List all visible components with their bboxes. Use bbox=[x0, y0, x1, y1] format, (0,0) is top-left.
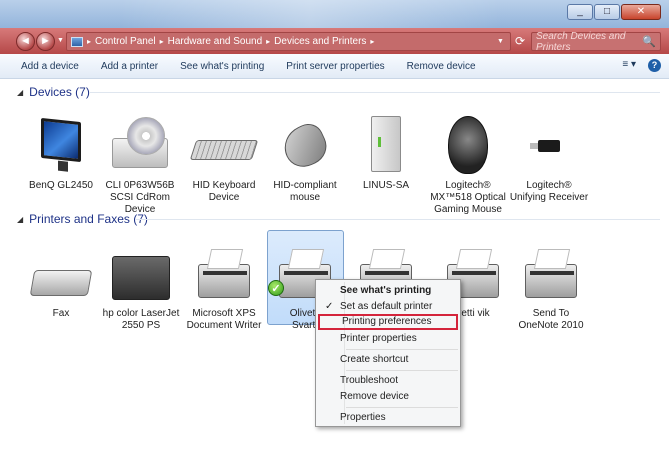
device-item[interactable]: BenQ GL2450 bbox=[20, 108, 102, 192]
device-label: BenQ GL2450 bbox=[29, 180, 93, 191]
add-printer-button[interactable]: Add a printer bbox=[101, 61, 158, 72]
menu-item-remove-device[interactable]: Remove device bbox=[318, 389, 458, 405]
print-server-properties-button[interactable]: Print server properties bbox=[286, 61, 384, 72]
monitor-icon bbox=[41, 117, 81, 163]
help-icon[interactable]: ? bbox=[648, 59, 661, 72]
device-label: CLI 0P63W56B SCSI CdRom Device bbox=[105, 180, 175, 215]
collapse-triangle-icon[interactable]: ◢ bbox=[17, 215, 23, 224]
keyboard-icon bbox=[189, 140, 259, 160]
device-item[interactable]: Logitech® Unifying Receiver bbox=[508, 108, 590, 204]
menu-item-troubleshoot[interactable]: Troubleshoot bbox=[318, 373, 458, 389]
mouse-icon bbox=[277, 118, 333, 174]
printer-icon bbox=[525, 264, 577, 298]
menu-item-printer-properties[interactable]: Printer properties bbox=[318, 331, 458, 347]
menu-item-set-default-printer[interactable]: ✓ Set as default printer bbox=[318, 299, 458, 315]
breadcrumb-devices-and-printers[interactable]: Devices and Printers bbox=[274, 36, 366, 47]
device-item[interactable]: Logitech® MX™518 Optical Gaming Mouse bbox=[427, 108, 509, 216]
menu-item-see-whats-printing[interactable]: See what's printing bbox=[318, 283, 458, 299]
device-label: LINUS-SA bbox=[362, 180, 410, 191]
group-divider bbox=[90, 92, 660, 93]
minimize-button[interactable]: _ bbox=[567, 4, 593, 20]
control-panel-icon bbox=[71, 36, 83, 47]
breadcrumb-hardware-and-sound[interactable]: Hardware and Sound bbox=[168, 36, 263, 47]
cdrom-icon bbox=[112, 117, 168, 168]
menu-separator bbox=[346, 407, 458, 408]
search-placeholder: Search Devices and Printers bbox=[536, 30, 626, 53]
usb-receiver-icon bbox=[530, 140, 560, 152]
close-button[interactable]: ✕ bbox=[621, 4, 661, 20]
gaming-mouse-icon bbox=[448, 116, 488, 174]
checkmark-icon: ✓ bbox=[325, 301, 334, 312]
nas-icon bbox=[371, 116, 401, 172]
devices-group-title: Devices (7) bbox=[29, 85, 90, 99]
search-input[interactable]: Search Devices and Printers 🔍 bbox=[531, 30, 661, 53]
printer-label: hp color LaserJet 2550 PS bbox=[102, 308, 180, 331]
printer-item[interactable]: Fax bbox=[20, 236, 102, 320]
menu-item-label: Set as default printer bbox=[340, 301, 433, 312]
chevron-right-icon[interactable]: ▸ bbox=[160, 37, 164, 46]
printer-label: Fax bbox=[52, 308, 70, 319]
device-label: HID-compliant mouse bbox=[273, 180, 337, 203]
default-printer-check-icon: ✓ bbox=[268, 280, 284, 296]
forward-button[interactable]: ► bbox=[36, 32, 55, 51]
change-view-icon[interactable]: ≡ ▾ bbox=[622, 59, 636, 72]
command-bar: Add a device Add a printer See what's pr… bbox=[0, 54, 669, 79]
chevron-right-icon[interactable]: ▸ bbox=[266, 37, 270, 46]
multifunction-printer-icon bbox=[112, 256, 170, 300]
chevron-right-icon[interactable]: ▸ bbox=[370, 37, 374, 46]
printer-item[interactable]: Microsoft XPS Document Writer bbox=[183, 236, 265, 332]
printers-group-title: Printers and Faxes (7) bbox=[29, 212, 148, 226]
device-item[interactable]: HID Keyboard Device bbox=[183, 108, 265, 204]
remove-device-button[interactable]: Remove device bbox=[407, 61, 476, 72]
add-device-button[interactable]: Add a device bbox=[21, 61, 79, 72]
printers-group-header[interactable]: ◢ Printers and Faxes (7) bbox=[17, 212, 148, 226]
search-icon[interactable]: 🔍 bbox=[642, 35, 656, 48]
refresh-icon[interactable]: ⟳ bbox=[509, 32, 531, 51]
device-label: Logitech® Unifying Receiver bbox=[509, 180, 589, 203]
printer-label: Send To OneNote 2010 bbox=[518, 308, 584, 331]
devices-group-header[interactable]: ◢ Devices (7) bbox=[17, 85, 90, 99]
collapse-triangle-icon[interactable]: ◢ bbox=[17, 88, 23, 97]
breadcrumb[interactable]: ▸ Control Panel ▸ Hardware and Sound ▸ D… bbox=[66, 32, 511, 51]
maximize-button[interactable]: □ bbox=[594, 4, 620, 20]
printer-label: Microsoft XPS Document Writer bbox=[186, 308, 262, 331]
address-bar: ◄ ► ▼ ▸ Control Panel ▸ Hardware and Sou… bbox=[0, 28, 669, 54]
printer-item[interactable]: hp color LaserJet 2550 PS bbox=[100, 236, 182, 332]
address-dropdown-icon[interactable]: ▼ bbox=[497, 38, 504, 45]
window-controls: _ □ ✕ bbox=[567, 4, 661, 20]
back-button[interactable]: ◄ bbox=[16, 32, 35, 51]
device-item[interactable]: HID-compliant mouse bbox=[264, 108, 346, 204]
see-whats-printing-button[interactable]: See what's printing bbox=[180, 61, 264, 72]
device-label: HID Keyboard Device bbox=[192, 180, 256, 203]
fax-icon bbox=[29, 270, 93, 296]
menu-item-printing-preferences[interactable]: Printing preferences bbox=[318, 314, 458, 330]
menu-separator bbox=[346, 370, 458, 371]
device-item[interactable]: CLI 0P63W56B SCSI CdRom Device bbox=[99, 108, 181, 216]
menu-item-create-shortcut[interactable]: Create shortcut bbox=[318, 352, 458, 368]
printer-item[interactable]: Send To OneNote 2010 bbox=[510, 236, 592, 332]
recent-pages-dropdown-icon[interactable]: ▼ bbox=[57, 37, 64, 44]
device-item[interactable]: LINUS-SA bbox=[345, 108, 427, 192]
menu-item-properties[interactable]: Properties bbox=[318, 410, 458, 426]
group-divider bbox=[136, 219, 660, 220]
printer-icon bbox=[198, 264, 250, 298]
menu-separator bbox=[346, 349, 458, 350]
context-menu: See what's printing ✓ Set as default pri… bbox=[315, 279, 461, 427]
device-label: Logitech® MX™518 Optical Gaming Mouse bbox=[430, 180, 506, 215]
chevron-right-icon[interactable]: ▸ bbox=[87, 37, 91, 46]
breadcrumb-control-panel[interactable]: Control Panel bbox=[95, 36, 156, 47]
